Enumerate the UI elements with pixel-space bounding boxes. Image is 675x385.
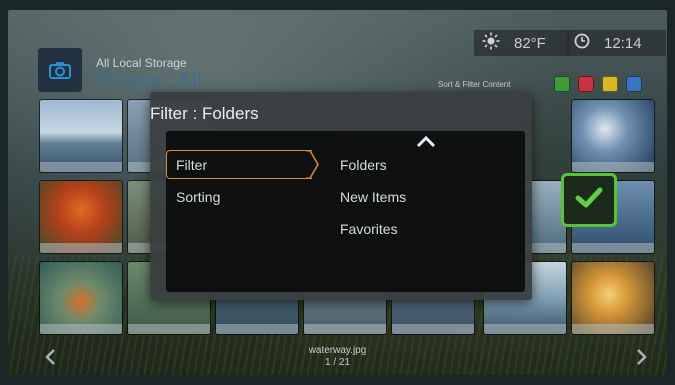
- source-label: All Local Storage: [96, 56, 187, 70]
- yellow-button[interactable]: [602, 76, 618, 92]
- current-filename: waterway.jpg: [308, 345, 367, 356]
- time-text: 12:14: [604, 34, 642, 52]
- photo-thumbnail[interactable]: [572, 100, 654, 172]
- menu-item-filter[interactable]: Filter: [176, 157, 207, 173]
- section-title: Photos : All: [96, 70, 203, 92]
- chevron-right-icon[interactable]: [636, 348, 648, 371]
- temperature-text: 82°F: [514, 34, 546, 52]
- green-button[interactable]: [554, 76, 570, 92]
- red-button[interactable]: [578, 76, 594, 92]
- weather-status: 82°F: [474, 30, 570, 56]
- clock-status: 12:14: [566, 30, 666, 56]
- chevron-left-icon[interactable]: [44, 348, 56, 371]
- selection-arrow: [306, 150, 320, 184]
- option-folders[interactable]: Folders: [340, 157, 387, 173]
- sort-filter-label: Sort & Filter Content: [438, 80, 511, 89]
- blue-button[interactable]: [626, 76, 642, 92]
- sun-icon: [482, 32, 504, 54]
- camera-icon: [38, 48, 82, 92]
- photo-thumbnail[interactable]: [572, 262, 654, 334]
- photo-thumbnail[interactable]: [40, 100, 122, 172]
- checkmark-icon: [574, 186, 604, 215]
- clock-icon: [574, 33, 594, 53]
- photo-thumbnail[interactable]: [40, 181, 122, 253]
- menu-item-sorting[interactable]: Sorting: [176, 189, 220, 205]
- chevron-up-icon[interactable]: [416, 134, 436, 153]
- photo-thumbnail[interactable]: [40, 262, 122, 334]
- option-new-items[interactable]: New Items: [340, 189, 406, 205]
- photo-counter: 1 / 21: [324, 357, 351, 368]
- option-favorites[interactable]: Favorites: [340, 221, 398, 237]
- dialog-title: Filter : Folders: [150, 104, 259, 123]
- confirm-button[interactable]: [561, 173, 617, 227]
